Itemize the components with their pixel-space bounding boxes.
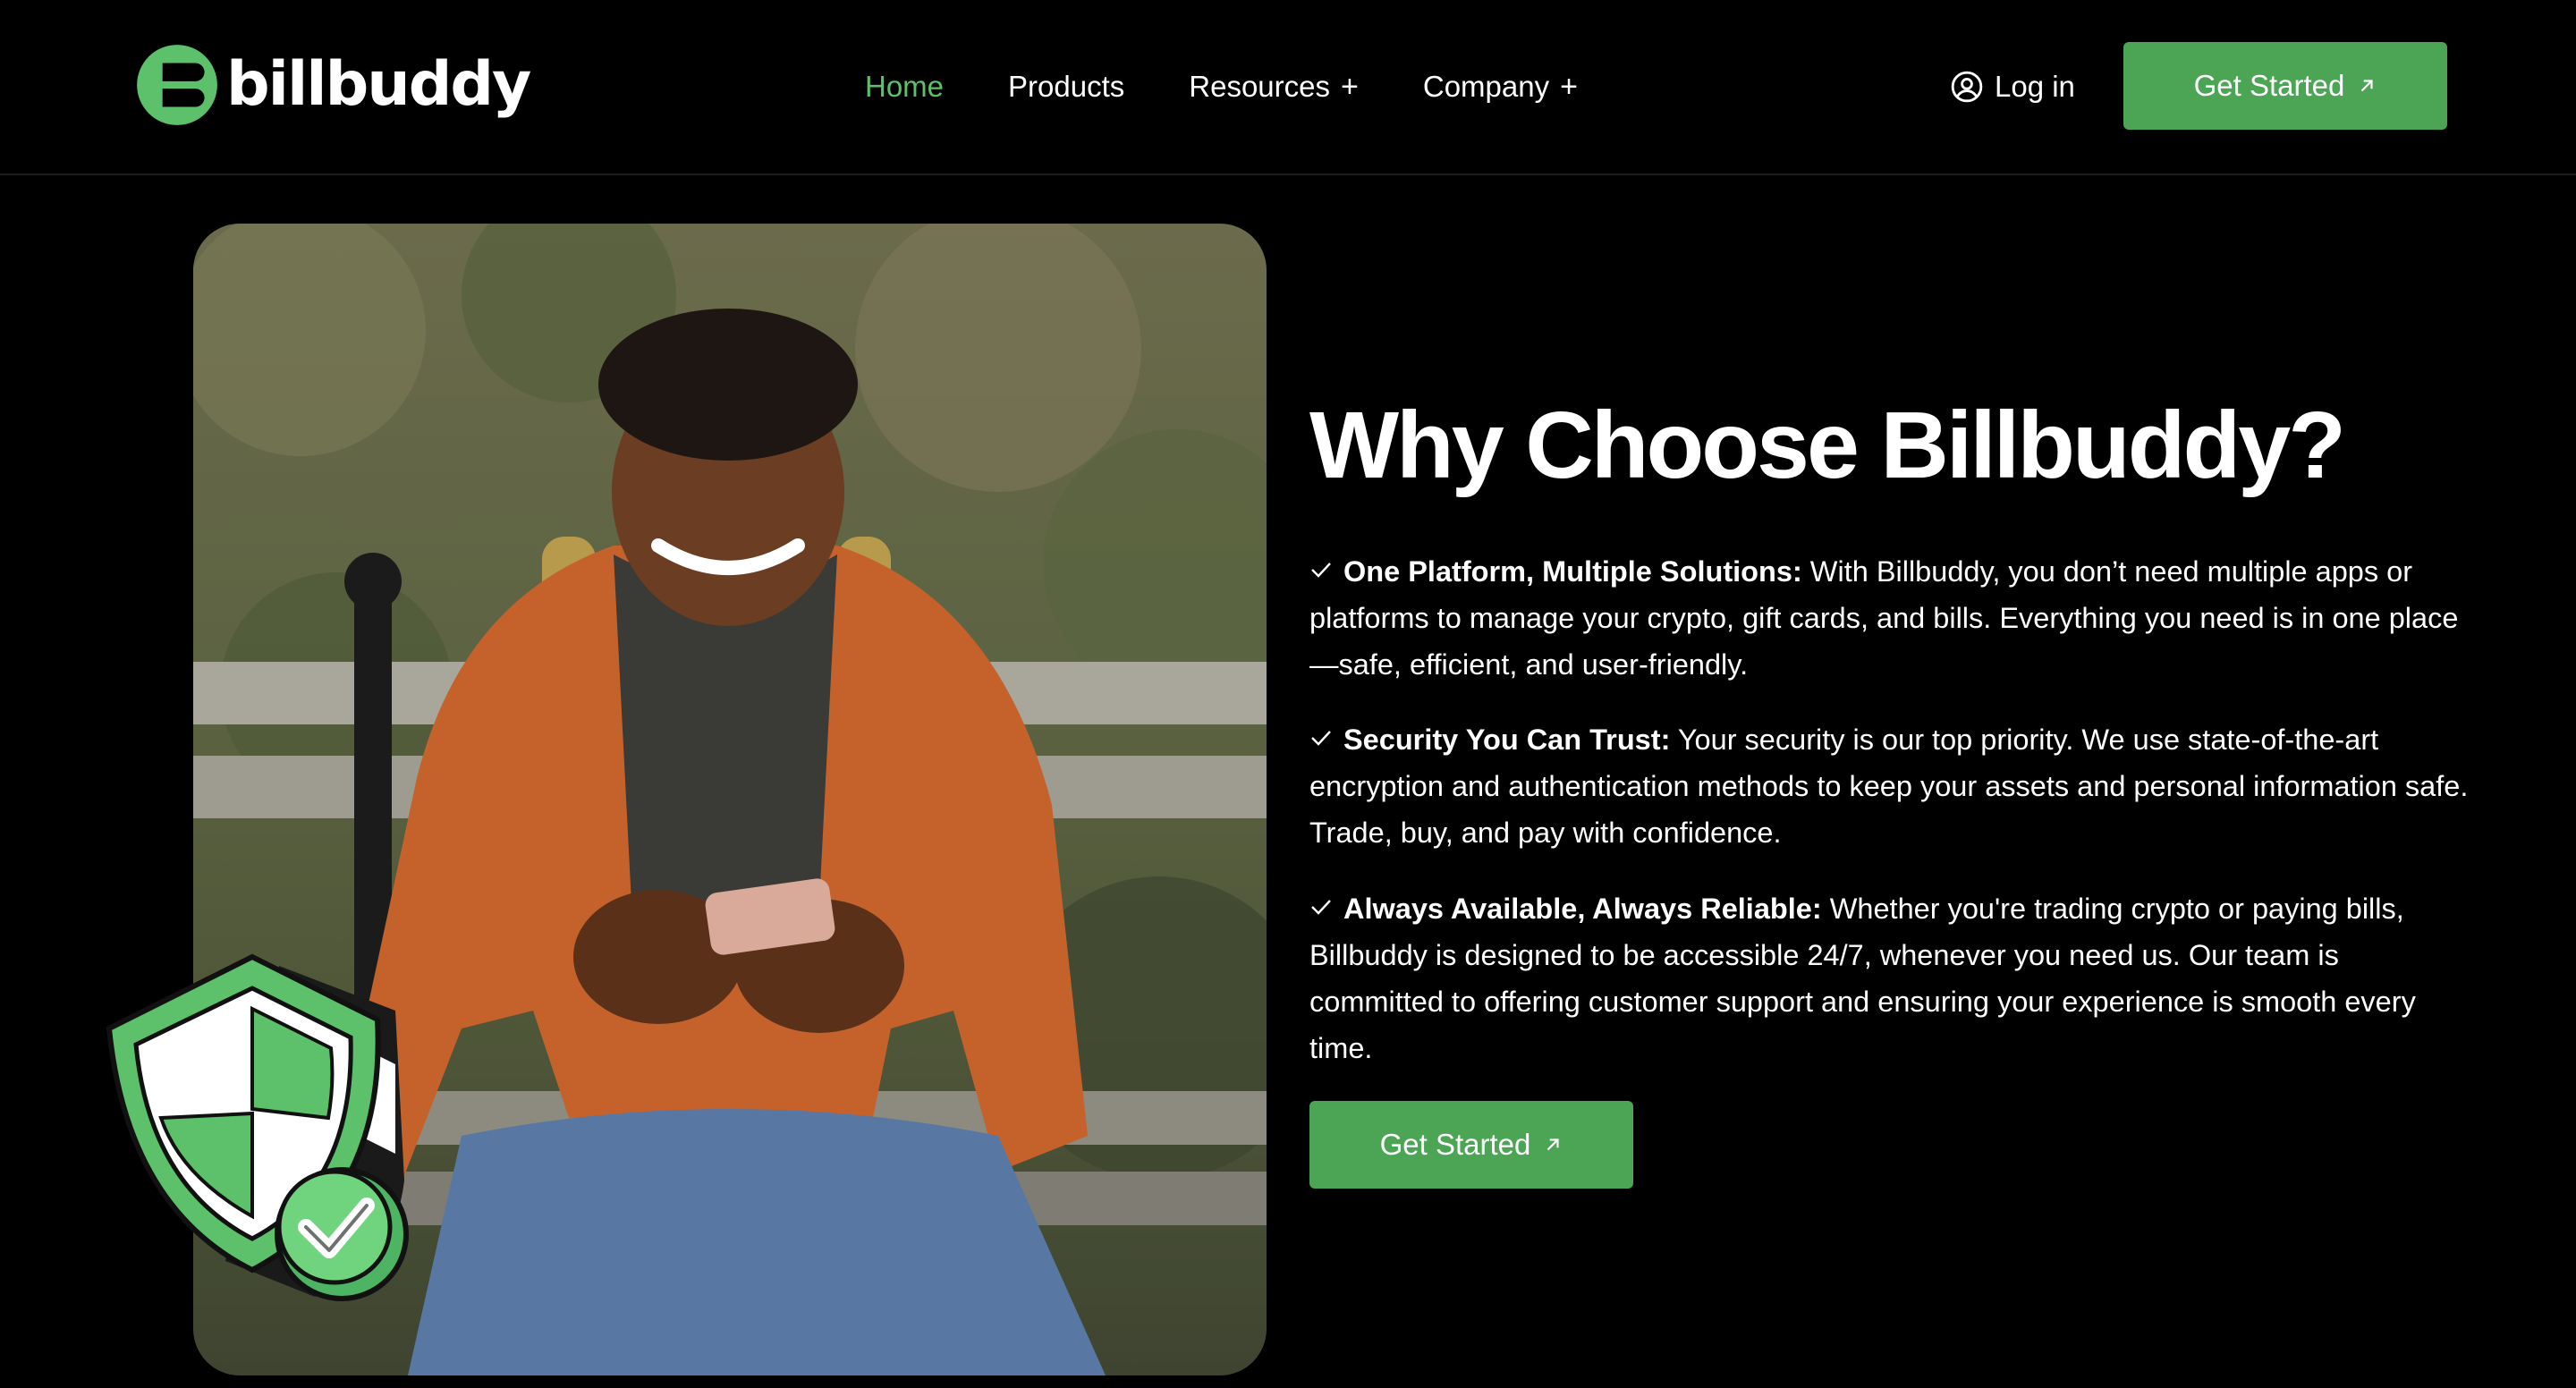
checkmark-icon xyxy=(1311,562,1331,578)
feature-title: Always Available, Always Reliable: xyxy=(1343,892,1822,925)
feature-title: One Platform, Multiple Solutions: xyxy=(1343,554,1802,588)
user-circle-icon xyxy=(1951,71,1983,103)
nav-get-started-button[interactable]: Get Started xyxy=(2123,42,2447,130)
nav-company[interactable]: Company + xyxy=(1423,70,1578,105)
page: billbuddy Home Products Resources + Comp… xyxy=(0,0,2576,1388)
why-choose-section: Why Choose Billbuddy? One Platform, Mult… xyxy=(1309,394,2472,1098)
brand-logo[interactable]: billbuddy xyxy=(131,39,531,131)
nav-products[interactable]: Products xyxy=(1008,70,1124,104)
brand-name: billbuddy xyxy=(226,49,531,120)
nav-home[interactable]: Home xyxy=(865,70,944,104)
login-label: Log in xyxy=(1995,70,2075,103)
nav-resources[interactable]: Resources + xyxy=(1189,70,1359,105)
feature-item: Always Available, Always Reliable: Wheth… xyxy=(1309,885,2472,1071)
nav-products-label: Products xyxy=(1008,70,1125,103)
main-navigation: Home Products Resources + Company + xyxy=(865,64,1642,109)
plus-icon: + xyxy=(1560,69,1578,104)
shield-check-icon xyxy=(106,953,409,1301)
plus-icon: + xyxy=(1341,69,1359,104)
nav-company-label: Company xyxy=(1422,70,1550,103)
login-link[interactable]: Log in xyxy=(1950,64,2075,109)
nav-home-label: Home xyxy=(865,70,945,103)
feature-item: Security You Can Trust: Your security is… xyxy=(1309,716,2472,856)
checkmark-icon xyxy=(1311,731,1331,746)
arrow-up-right-icon xyxy=(1547,1138,1559,1151)
get-started-button[interactable]: Get Started xyxy=(1309,1101,1633,1189)
feature-item: One Platform, Multiple Solutions: With B… xyxy=(1309,548,2472,688)
billbuddy-logo-icon xyxy=(137,45,217,125)
get-started-label: Get Started xyxy=(1379,1128,1531,1161)
nav-resources-label: Resources xyxy=(1189,70,1330,103)
nav-get-started-label: Get Started xyxy=(2193,69,2345,102)
feature-title: Security You Can Trust: xyxy=(1343,724,1671,757)
arrow-up-right-icon xyxy=(2361,80,2373,92)
top-navbar: billbuddy Home Products Resources + Comp… xyxy=(0,0,2576,175)
feature-list: One Platform, Multiple Solutions: With B… xyxy=(1309,548,2472,1071)
checkmark-icon xyxy=(1311,899,1331,915)
section-heading: Why Choose Billbuddy? xyxy=(1309,393,2346,498)
